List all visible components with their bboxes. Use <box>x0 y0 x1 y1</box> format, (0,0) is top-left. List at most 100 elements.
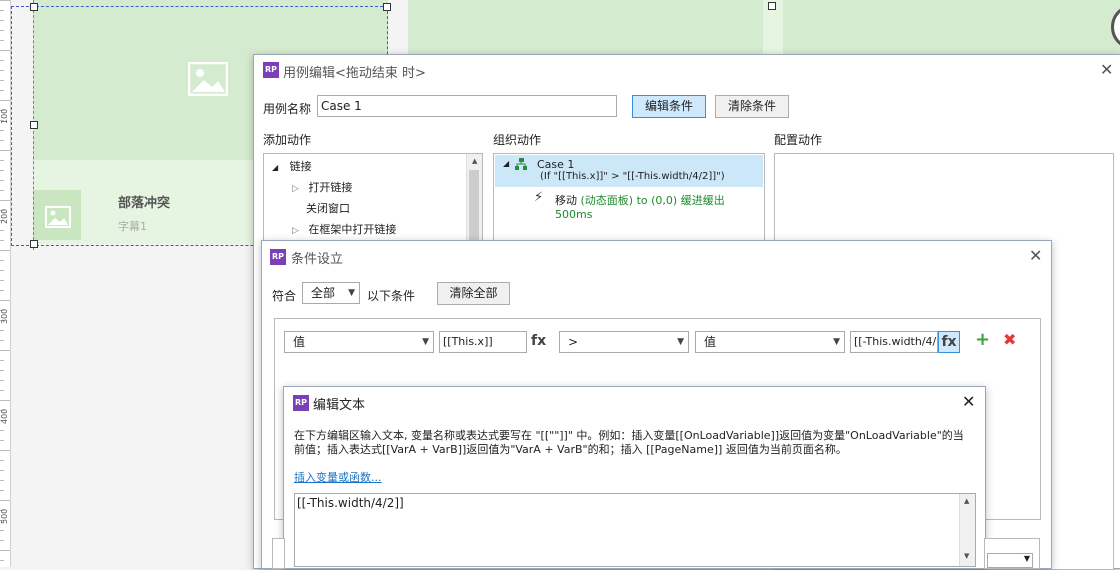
left-type-select[interactable]: 值 ▼ <box>284 331 434 353</box>
ruler-tick <box>0 60 4 61</box>
ruler-tick <box>0 540 4 541</box>
ruler-tick <box>0 80 4 81</box>
edit-text-description: 在下方编辑区输入文本, 变量名称或表达式要写在 "[[""]]" 中。例如：插入… <box>294 429 964 456</box>
organize-action-header: 组织动作 <box>493 133 542 147</box>
ruler-tick <box>0 500 10 501</box>
image-widget-2[interactable] <box>408 0 763 54</box>
hidden-select: ▼ <box>987 553 1033 568</box>
image-widget-3[interactable] <box>783 0 1120 54</box>
ruler-tick <box>0 240 4 241</box>
ruler-tick <box>0 230 4 231</box>
ruler-tick <box>0 130 4 131</box>
clear-all-button[interactable]: 清除全部 <box>437 282 510 305</box>
ruler-tick <box>0 10 4 11</box>
hidden-panel-edge <box>272 538 285 569</box>
ruler-tick <box>0 180 4 181</box>
text-editor-area[interactable]: [[-This.width/4/2]] ▲ ▼ <box>294 493 976 567</box>
ruler-tick <box>0 280 4 281</box>
resize-handle-ml[interactable] <box>30 121 38 129</box>
ruler-tick <box>0 160 4 161</box>
collapse-icon[interactable]: ◢ <box>503 159 509 168</box>
left-value-input[interactable]: [[This.x]] <box>439 331 527 353</box>
move-action-item[interactable]: 移动 (动态面板) to (0,0) 缓进缓出 500ms <box>555 192 764 221</box>
chevron-down-icon: ▼ <box>1023 554 1030 563</box>
expand-icon[interactable]: ◢ <box>272 163 278 172</box>
case-item-label: Case 1 <box>537 158 575 171</box>
ruler-tick <box>0 30 4 31</box>
ruler-tick <box>0 140 4 141</box>
close-icon[interactable]: ✕ <box>1100 60 1113 79</box>
close-icon[interactable]: ✕ <box>1029 246 1042 265</box>
edit-text-title: 编辑文本 <box>313 398 366 413</box>
case-condition-text: (If "[[This.x]]" > "[[-This.width/4/2]]"… <box>540 171 725 182</box>
text-editor-value[interactable]: [[-This.width/4/2]] <box>297 496 404 510</box>
ruler-tick <box>0 450 10 451</box>
ruler-tick <box>0 400 10 401</box>
ruler-tick <box>0 290 4 291</box>
ruler-tick <box>0 260 4 261</box>
resize-handle-tr[interactable] <box>383 3 391 11</box>
tree-item-open-link[interactable]: ▷ 打开链接 <box>292 179 352 195</box>
right-value-input[interactable]: [[-This.width/4/2]] <box>850 331 938 353</box>
ruler-tick <box>0 250 10 251</box>
match-select[interactable]: 全部 ▼ <box>302 282 360 304</box>
edit-condition-button[interactable]: 编辑条件 <box>632 95 706 118</box>
ruler-tick <box>0 550 10 551</box>
scroll-down-icon[interactable]: ▼ <box>964 552 969 560</box>
ruler-tick <box>0 560 4 561</box>
following-conditions-label: 以下条件 <box>367 289 416 303</box>
rp-logo-icon: RP <box>263 62 279 78</box>
ruler-tick <box>0 0 10 1</box>
hidden-panel-edge-right: ▼ <box>984 538 1040 569</box>
right-fx-button[interactable]: fx <box>938 331 960 353</box>
chevron-down-icon: ▼ <box>677 337 684 347</box>
resize-handle-top[interactable] <box>768 2 776 10</box>
resize-handle-bl[interactable] <box>30 240 38 248</box>
right-type-select[interactable]: 值 ▼ <box>695 331 845 353</box>
insert-variable-link[interactable]: 插入变量或函数... <box>294 469 382 485</box>
edit-text-titlebar[interactable]: RP 编辑文本 ✕ <box>284 387 985 417</box>
ruler-tick <box>0 480 4 481</box>
editor-scrollbar[interactable]: ▲ ▼ <box>959 494 975 566</box>
ruler-tick <box>0 100 10 101</box>
case-editor-titlebar[interactable]: RP 用例编辑<拖动结束 时> ✕ <box>254 55 1120 85</box>
expand-icon[interactable]: ▷ <box>292 184 299 194</box>
ruler-tick <box>0 380 4 381</box>
ruler-tick <box>0 360 4 361</box>
scroll-up-icon[interactable]: ▲ <box>964 497 969 505</box>
ruler-tick <box>0 370 4 371</box>
delete-condition-icon[interactable]: ✖ <box>1003 330 1016 349</box>
ruler-number: 400 <box>0 408 9 424</box>
tree-item-close-window[interactable]: 关闭窗口 <box>306 200 350 216</box>
chevron-down-icon: ▼ <box>422 337 429 347</box>
ruler-tick <box>0 470 4 471</box>
condition-dialog-titlebar[interactable]: RP 条件设立 ✕ <box>262 241 1051 271</box>
ruler-tick <box>0 390 4 391</box>
ruler-tick <box>0 90 4 91</box>
ruler-tick <box>0 530 4 531</box>
add-action-header: 添加动作 <box>263 133 312 147</box>
rp-logo-icon: RP <box>293 395 309 411</box>
condition-dialog-title: 条件设立 <box>291 252 344 267</box>
ruler-tick <box>0 200 10 201</box>
case-name-input[interactable]: Case 1 <box>317 95 617 117</box>
edit-text-dialog: RP 编辑文本 ✕ 在下方编辑区输入文本, 变量名称或表达式要写在 "[[""]… <box>283 386 986 569</box>
resize-handle-tl[interactable] <box>30 3 38 11</box>
tree-item-links[interactable]: ◢ 链接 <box>272 158 312 174</box>
ruler-tick <box>0 190 4 191</box>
left-fx-button[interactable]: fx <box>531 333 546 349</box>
ruler-number: 200 <box>0 208 9 224</box>
ruler-tick <box>0 490 4 491</box>
tree-item-open-in-frame[interactable]: ▷ 在框架中打开链接 <box>292 221 396 237</box>
ruler-tick <box>0 330 4 331</box>
add-condition-icon[interactable]: + <box>975 329 990 350</box>
expand-icon[interactable]: ▷ <box>292 226 299 236</box>
clear-condition-button[interactable]: 清除条件 <box>715 95 789 118</box>
ruler-tick <box>0 20 4 21</box>
ruler-tick <box>0 440 4 441</box>
ruler-tick <box>0 270 4 271</box>
operator-select[interactable]: > ▼ <box>559 331 689 353</box>
ruler-tick <box>0 70 4 71</box>
scroll-up-icon[interactable]: ▲ <box>472 157 477 165</box>
close-icon[interactable]: ✕ <box>962 392 975 411</box>
